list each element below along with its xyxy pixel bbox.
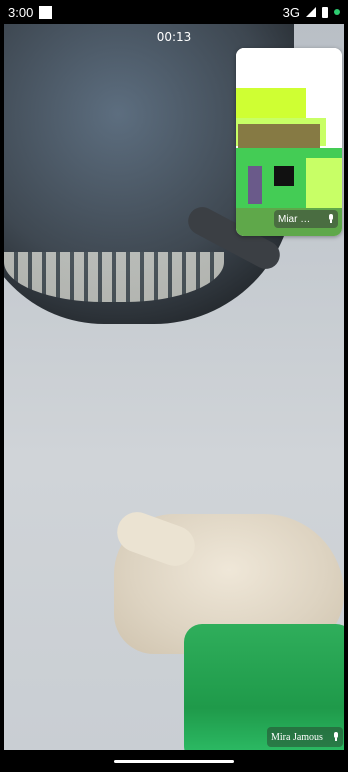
status-right: 3G bbox=[283, 5, 340, 20]
navigation-bar bbox=[0, 750, 348, 772]
remote-participant-name: Mira Jamous bbox=[271, 731, 323, 743]
remote-participant-label: Mira Jamous bbox=[267, 727, 343, 747]
status-time: 3:00 bbox=[8, 4, 34, 20]
notification-square-icon bbox=[39, 5, 53, 19]
self-preview-name: Miar … bbox=[278, 213, 311, 225]
self-preview-label: Miar … bbox=[274, 210, 338, 228]
call-timer: 00:13 bbox=[156, 30, 192, 44]
status-bar: 3:00 3G bbox=[0, 0, 348, 24]
self-preview-pip[interactable]: Miar … bbox=[236, 48, 342, 236]
home-indicator[interactable] bbox=[114, 759, 234, 763]
status-left: 3:00 bbox=[8, 4, 53, 20]
battery-icon bbox=[322, 6, 328, 18]
network-type: 3G bbox=[282, 4, 300, 20]
privacy-indicator-dot-icon bbox=[334, 9, 340, 15]
mic-icon bbox=[328, 214, 334, 224]
signal-strength-icon bbox=[306, 7, 316, 17]
mic-icon bbox=[333, 732, 339, 742]
